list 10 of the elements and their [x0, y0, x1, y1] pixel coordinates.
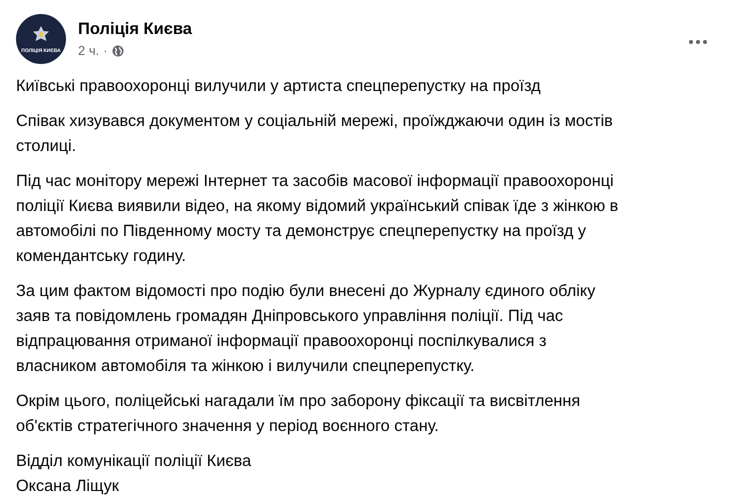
post-paragraph: Київські правоохоронці вилучили у артиста спецперепустку на проїзд [16, 76, 542, 97]
author-name[interactable]: Поліція Києва [78, 20, 192, 39]
post-paragraph: Відділ комунікації поліції Києва Оксана Ліщук [16, 451, 252, 497]
post-paragraph: За цим фактом відомості про подію були внесені до Журналу єдиного обліку заяв та повідомлень громадян Дніпровського управління поліції. Під час відпрацювання отриманої інформації правоохоронці поспілкувалися з власником автомобіля та жінкою і вилучили спецперепустку. [16, 281, 596, 377]
post-paragraph: Під час монітору мережі Інтернет та засобів масової інформації правоохоронці поліції Києва виявили відео, на якому відомий український співак їде з жінкою в автомобілі по Південному мосту та демонструє спецперепустку на проїзд у комендантську годину. [16, 171, 620, 267]
post-paragraph: Окрім цього, поліцейські нагадали їм про заборону фіксації та висвітлення об'єктів стратегічного значення у період воєнного стану. [16, 391, 582, 437]
post-paragraph: Співак хизувався документом у соціальній мережі, проїжджаючи один із мостів столиці. [16, 111, 614, 157]
separator: · [103, 43, 108, 58]
globe-icon [112, 44, 124, 56]
post-time[interactable]: 2 ч. [78, 43, 100, 58]
